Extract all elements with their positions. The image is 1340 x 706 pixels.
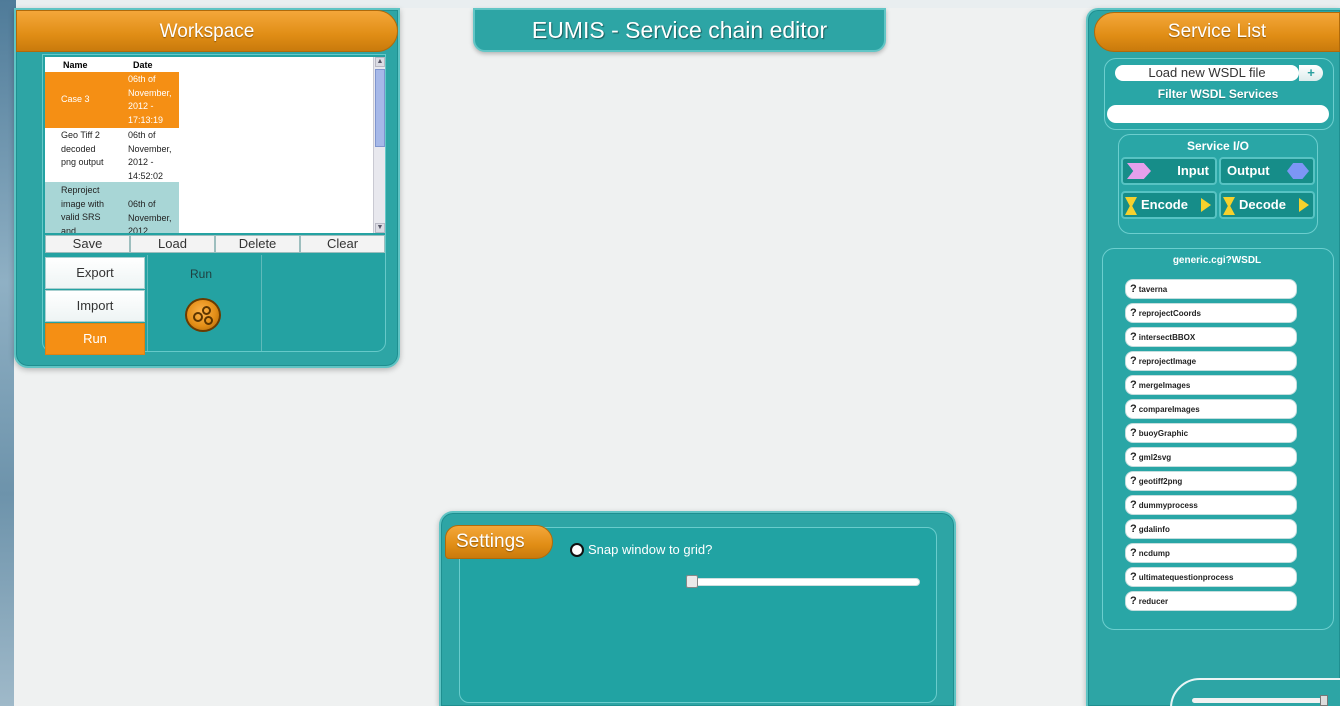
file-name: Case 3	[61, 94, 90, 105]
file-date: 06th of November, 2012 - 14:52:02	[128, 130, 172, 181]
output-button[interactable]: Output	[1219, 157, 1315, 185]
snap-label: Snap window to grid?	[588, 542, 713, 557]
divider	[147, 255, 148, 351]
table-row[interactable]: Geo Tiff 2 decoded png output 06th of No…	[45, 128, 179, 182]
settings-slider[interactable]	[688, 578, 920, 586]
encode-left-arrow-icon	[1125, 197, 1137, 215]
input-button[interactable]: Input	[1121, 157, 1217, 185]
scroll-down-icon[interactable]: ▼	[375, 223, 385, 233]
column-header-name: Name	[63, 60, 88, 70]
input-arrow-icon	[1127, 163, 1151, 179]
decode-left-arrow-icon	[1223, 197, 1235, 215]
import-button[interactable]: Import	[45, 290, 145, 322]
run-label: Run	[190, 267, 213, 281]
service-item-buoygraphic[interactable]: ? buoyGraphic	[1125, 423, 1297, 443]
file-name: Geo Tiff 2 decoded png output	[61, 130, 104, 167]
clear-button[interactable]: Clear	[300, 235, 385, 253]
service-list-title: Service List	[1094, 12, 1340, 52]
service-item-geotiff2png[interactable]: ? geotiff2png	[1125, 471, 1297, 491]
service-item-reducer[interactable]: ? reducer	[1125, 591, 1297, 611]
encode-right-arrow-icon	[1201, 198, 1211, 212]
decode-label: Decode	[1239, 197, 1286, 212]
decode-right-arrow-icon	[1299, 198, 1309, 212]
load-wsdl-button[interactable]: Load new WSDL file	[1115, 65, 1299, 81]
save-button[interactable]: Save	[45, 235, 130, 253]
help-icon: ?	[1130, 427, 1137, 439]
decode-button[interactable]: Decode	[1219, 191, 1315, 219]
service-io-card: Service I/O Input Output Encode Decode	[1118, 134, 1318, 234]
service-io-title: Service I/O	[1186, 139, 1250, 153]
encode-button[interactable]: Encode	[1121, 191, 1217, 219]
file-date: 06th of November, 2012	[128, 199, 172, 233]
help-icon: ?	[1130, 499, 1137, 511]
output-label: Output	[1227, 163, 1270, 178]
help-icon: ?	[1130, 307, 1137, 319]
workspace-lower-area: Export Import Run Run	[45, 255, 385, 355]
help-icon: ?	[1130, 379, 1137, 391]
file-name: Reproject image with valid SRS and	[61, 185, 105, 233]
help-icon: ?	[1130, 547, 1137, 559]
service-list-panel: Service List Load new WSDL file + Filter…	[1086, 8, 1340, 706]
delete-button[interactable]: Delete	[215, 235, 300, 253]
input-label: Input	[1177, 163, 1209, 178]
help-icon: ?	[1130, 523, 1137, 535]
help-icon: ?	[1130, 451, 1137, 463]
table-scrollbar[interactable]: ▲ ▼	[373, 57, 385, 233]
service-item-taverna[interactable]: ? taverna	[1125, 279, 1297, 299]
settings-title: Settings	[445, 525, 553, 559]
gears-icon[interactable]	[185, 298, 221, 332]
zoom-control	[1170, 678, 1340, 706]
service-item-gdalinfo[interactable]: ? gdalinfo	[1125, 519, 1297, 539]
output-hexagon-icon	[1287, 163, 1309, 179]
service-item-compareimages[interactable]: ? compareImages	[1125, 399, 1297, 419]
workspace-panel: Workspace Name Date Case 3 06th of Novem…	[14, 8, 400, 368]
load-button[interactable]: Load	[130, 235, 215, 253]
wsdl-card: Load new WSDL file + Filter WSDL Service…	[1104, 58, 1334, 130]
workspace-inner: Name Date Case 3 06th of November, 2012 …	[42, 54, 386, 355]
zoom-slider-thumb[interactable]	[1320, 695, 1328, 706]
settings-slider-thumb[interactable]	[686, 575, 698, 588]
help-icon: ?	[1130, 283, 1137, 295]
scroll-thumb[interactable]	[375, 69, 385, 147]
workspace-actions: Save Load Delete Clear	[45, 235, 385, 253]
service-item-dummyprocess[interactable]: ? dummyprocess	[1125, 495, 1297, 515]
service-item-mergeimages[interactable]: ? mergeImages	[1125, 375, 1297, 395]
service-item-reprojectimage[interactable]: ? reprojectImage	[1125, 351, 1297, 371]
service-item-intersectbbox[interactable]: ? intersectBBOX	[1125, 327, 1297, 347]
help-icon: ?	[1130, 403, 1137, 415]
table-row[interactable]: Case 3 06th of November, 2012 - 17:13:19	[45, 72, 179, 128]
table-row[interactable]: Reproject image with valid SRS and 06th …	[45, 182, 179, 233]
run-tab-button[interactable]: Run	[45, 323, 145, 355]
service-catalog-card: generic.cgi?WSDL ? taverna ? reprojectCoor…	[1102, 248, 1334, 630]
table-header: Name Date	[45, 57, 385, 72]
help-icon: ?	[1130, 595, 1137, 607]
service-item-gml2svg[interactable]: ? gml2svg	[1125, 447, 1297, 467]
settings-panel: Snap window to grid? Settings	[439, 511, 956, 706]
scroll-up-icon[interactable]: ▲	[375, 57, 385, 67]
help-icon: ?	[1130, 355, 1137, 367]
file-date: 06th of November, 2012 - 17:13:19	[128, 74, 172, 125]
zoom-slider[interactable]	[1192, 698, 1322, 703]
app-title: EUMIS - Service chain editor	[473, 8, 886, 52]
service-item-reprojectcoords[interactable]: ? reprojectCoords	[1125, 303, 1297, 323]
workspace-title: Workspace	[16, 10, 398, 52]
plus-icon[interactable]: +	[1299, 65, 1323, 81]
filter-label: Filter WSDL Services	[1157, 87, 1279, 101]
encode-label: Encode	[1141, 197, 1188, 212]
workspace-file-table[interactable]: Name Date Case 3 06th of November, 2012 …	[45, 57, 385, 233]
service-item-ultimatequestionprocess[interactable]: ? ultimatequestionprocess	[1125, 567, 1297, 587]
column-header-date: Date	[133, 60, 153, 70]
help-icon: ?	[1130, 331, 1137, 343]
service-source-label: generic.cgi?WSDL	[1172, 255, 1262, 266]
snap-option[interactable]: Snap window to grid?	[570, 542, 712, 557]
snap-radio[interactable]	[570, 542, 584, 557]
filter-input[interactable]	[1107, 105, 1329, 123]
help-icon: ?	[1130, 571, 1137, 583]
service-item-ncdump[interactable]: ? ncdump	[1125, 543, 1297, 563]
divider	[261, 255, 262, 351]
help-icon: ?	[1130, 475, 1137, 487]
export-button[interactable]: Export	[45, 257, 145, 289]
